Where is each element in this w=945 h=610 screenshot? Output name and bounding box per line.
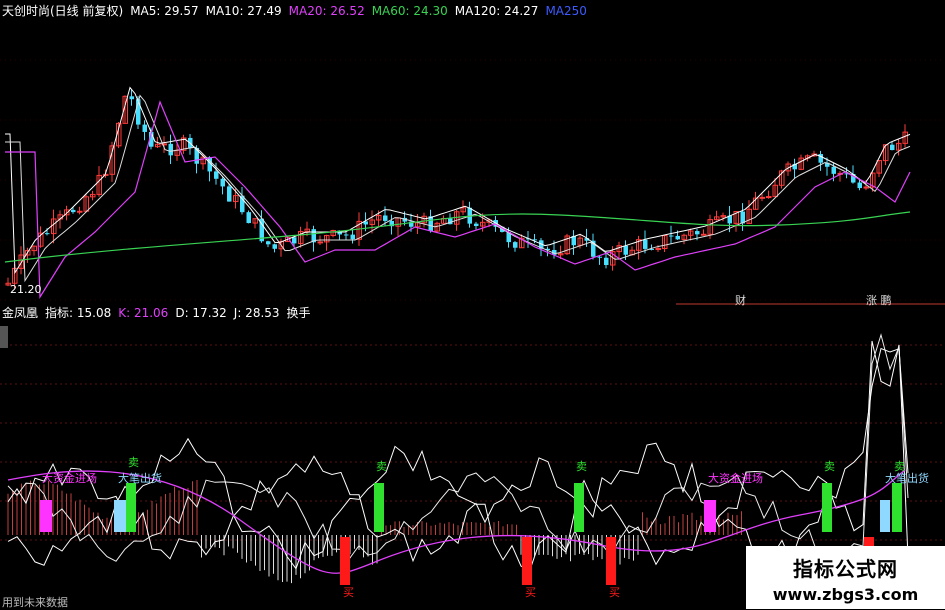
moving-average-lines [4,86,911,299]
buy-label: 买 [525,586,536,599]
ma-value-0: MA5: 29.57 [130,4,199,18]
buy-label: 买 [343,586,354,599]
candle-body [597,256,602,258]
sell-bar [126,483,136,532]
capital-in-bar [40,500,52,532]
candle-body [220,178,225,187]
candle-body [857,182,862,189]
stock-title: 天创时尚(日线 前复权) [2,4,124,18]
sell-label: 卖 [576,460,587,473]
candle-body [701,233,707,236]
big-out-label: 大笔出货 [118,471,162,485]
buy-label: 买 [609,586,620,599]
sell-label: 卖 [128,456,139,469]
big-out-bar [114,500,126,532]
ma-value-1: MA10: 27.49 [205,4,282,18]
sell-bar [822,483,832,532]
candle-body [513,242,518,248]
candle-body [831,166,836,174]
sell-label: 卖 [376,460,387,473]
sell-bar [892,483,902,532]
candle-body [71,209,76,213]
candle-body [428,216,433,232]
candle-body [474,223,479,226]
candle-body [383,215,388,221]
indicator-header: 金凤凰 指标: 15.08 K: 21.06 D: 17.32 J: 28.53 换手 [2,306,325,320]
candle-body [214,171,219,179]
footer-note: 用到未来数据 [2,596,68,609]
watermark-url: www.zbgs3.com [772,585,919,604]
ma-value-3: MA60: 24.30 [371,4,448,18]
grid-lines [0,59,945,541]
watermark-title: 指标公式网 [793,557,898,581]
indicator-value-3: J: 28.53 [233,306,280,320]
candle-body [344,234,349,236]
candle-body [695,231,700,235]
price-header: 天创时尚(日线 前复权) MA5: 29.57 MA10: 27.49 MA20: 2… [2,4,601,18]
side-label-1: 财 [735,294,746,307]
candle-body [604,257,609,266]
j-line [7,347,909,571]
ma20-line [5,100,911,299]
candle-body [759,196,765,199]
indicator-value-0: 指标: 15.08 [45,306,112,320]
sell-bar [374,483,384,532]
candlesticks [5,89,908,289]
watermark: 指标公式网 www.zbgs3.com [746,546,945,609]
kline-chart[interactable]: 卖卖卖卖卖买买买大资金进场 大资金进场大笔出货 大笔出货 [0,0,945,609]
candle-body [142,124,147,132]
candle-body [168,143,173,156]
ma-value-2: MA20: 26.52 [288,4,365,18]
candle-body [45,233,50,235]
candle-body [350,234,355,240]
indicator-value-2: D: 17.32 [175,306,227,320]
sell-label: 卖 [824,460,835,473]
big-out-bar [880,500,890,532]
candle-body [623,245,628,255]
capital-in-label: 大资金进场 [42,471,97,485]
candle-body [766,196,772,199]
candle-body [292,237,297,244]
candle-body [227,186,232,202]
candle-body [317,241,323,244]
candle-body [669,235,674,237]
indicator-value-4: 换手 [286,306,311,320]
buy-bar [606,537,616,585]
sell-bar [574,483,584,532]
ma-value-5: MA250 [545,4,587,18]
indicator-name: 金凤凰 [2,306,39,320]
candle-body [77,210,83,213]
capital-in-bar [704,500,716,532]
candle-body [272,244,277,249]
ma10-line [5,94,911,283]
candle-body [246,212,251,224]
candle-body [266,241,271,245]
buy-bar [340,537,350,585]
candle-body [643,239,648,249]
ma-value-4: MA120: 24.27 [454,4,539,18]
panel-splitter-handle[interactable] [0,326,8,348]
low-price-label: 21.20 [10,283,42,296]
big-out-label: 大笔出货 [885,471,929,485]
indicator-value-1: K: 21.06 [118,306,169,320]
candle-body [675,235,680,240]
candle-body [129,96,134,100]
buy-bar [522,537,532,585]
candle-body [890,144,895,151]
capital-in-label: 大资金进场 [708,471,763,485]
side-label-2: 涨 鹏 [866,294,892,307]
candle-body [655,248,661,251]
